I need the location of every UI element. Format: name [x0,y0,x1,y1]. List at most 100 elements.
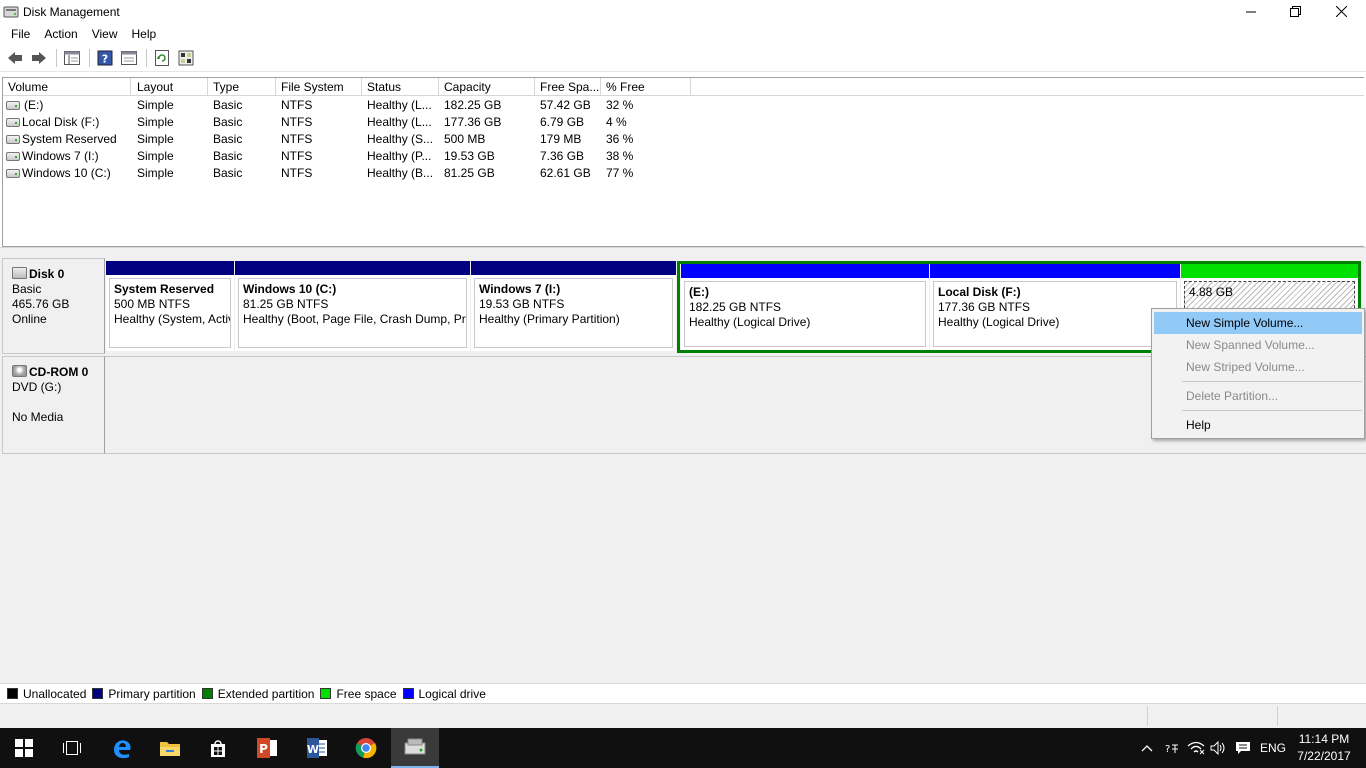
volume-layout: Simple [137,132,174,146]
disk-0-type: Basic [12,282,42,296]
volume-free-space: 6.79 GB [540,115,585,129]
menu-view[interactable]: View [85,27,125,41]
forward-arrow-icon[interactable] [28,47,50,69]
menu-separator [1182,410,1362,411]
refresh-icon[interactable] [151,47,173,69]
volume-capacity: 182.25 GB [444,98,502,112]
menu-new-striped-volume[interactable]: New Striped Volume... [1154,356,1362,378]
keyboard-language-icon: ? [1165,744,1178,755]
menu-new-simple-volume[interactable]: New Simple Volume... [1154,312,1362,334]
cdrom-0-media: No Media [12,410,64,424]
menu-help-item[interactable]: Help [1154,414,1362,436]
primary-partition-bar [235,261,470,275]
input-indicator-button[interactable]: ? [1160,728,1184,768]
column-header-layout[interactable]: Layout [132,78,208,96]
volume-layout: Simple [137,98,174,112]
task-view-icon [63,741,81,755]
clock[interactable]: 11:14 PM 7/22/2017 [1294,731,1354,765]
column-header-file-system[interactable]: File System [276,78,362,96]
partition-local-disk-f[interactable]: Local Disk (F:) 177.36 GB NTFS Healthy (… [930,264,1180,350]
file-explorer-taskbar-button[interactable] [146,728,194,768]
action-center-button[interactable] [1231,728,1255,768]
partition-system-reserved[interactable]: System Reserved 500 MB NTFS Healthy (Sys… [106,261,234,351]
legend-swatch [92,688,104,699]
language-indicator[interactable]: ENG [1256,728,1290,768]
partition-body: (E:) 182.25 GB NTFS Healthy (Logical Dri… [684,281,926,347]
legend-primary: Primary partition [92,687,196,701]
volume-free-space: 57.42 GB [540,98,591,112]
free-space-bar [1181,264,1358,278]
menu-help[interactable]: Help [125,27,164,41]
task-view-button[interactable] [48,728,96,768]
wifi-icon [1187,741,1205,755]
column-header-status[interactable]: Status [362,78,439,96]
partition-status: Healthy (Boot, Page File, Crash Dump, Pr… [243,312,467,326]
column-header-volume[interactable]: Volume [3,78,131,96]
menu-bar: File Action View Help [0,23,1366,45]
partition-body: System Reserved 500 MB NTFS Healthy (Sys… [109,278,231,348]
network-button[interactable] [1184,728,1208,768]
volume-row[interactable]: Local Disk (F:) Simple Basic NTFS Health… [3,114,1364,131]
volume-layout: Simple [137,115,174,129]
volume-row[interactable]: Windows 7 (I:) Simple Basic NTFS Healthy… [3,148,1364,165]
volume-row[interactable]: Windows 10 (C:) Simple Basic NTFS Health… [3,165,1364,182]
menu-new-spanned-volume[interactable]: New Spanned Volume... [1154,334,1362,356]
volume-status: Healthy (P... [367,149,432,163]
word-taskbar-button[interactable]: W [293,728,341,768]
volume-layout: Simple [137,166,174,180]
start-button[interactable] [0,728,48,768]
column-header-free-space[interactable]: Free Spa... [535,78,601,96]
volume-percent-free: 36 % [606,132,634,146]
chrome-taskbar-button[interactable] [342,728,390,768]
volume-status: Healthy (S... [367,132,434,146]
partition-status: Healthy (System, Active, Primary Partiti… [114,312,230,326]
status-cell [1147,706,1277,726]
back-arrow-icon[interactable] [4,47,26,69]
word-icon: W [307,738,327,758]
volume-status: Healthy (L... [367,115,432,129]
volume-name: Windows 7 (I:) [22,149,99,163]
disk-0-label[interactable]: Disk 0 Basic 465.76 GB Online [2,258,105,354]
volume-percent-free: 4 % [606,115,627,129]
partition-status: Healthy (Logical Drive) [689,315,811,329]
volume-row[interactable]: System Reserved Simple Basic NTFS Health… [3,131,1364,148]
volume-row[interactable]: (E:) Simple Basic NTFS Healthy (L... 182… [3,97,1364,114]
cdrom-0-label[interactable]: CD-ROM 0 DVD (G:) No Media [2,356,105,454]
partition-windows-7[interactable]: Windows 7 (I:) 19.53 GB NTFS Healthy (Pr… [471,261,676,351]
drive-icon [6,152,20,161]
partition-windows-10[interactable]: Windows 10 (C:) 81.25 GB NTFS Healthy (B… [235,261,470,351]
properties-icon[interactable] [118,47,140,69]
volume-file-system: NTFS [281,166,313,180]
logical-drive-bar [681,264,929,278]
menu-delete-partition[interactable]: Delete Partition... [1154,385,1362,407]
volume-type: Basic [213,98,243,112]
chevron-up-icon [1141,745,1153,752]
column-header-type[interactable]: Type [208,78,276,96]
partition-body: Local Disk (F:) 177.36 GB NTFS Healthy (… [933,281,1177,347]
restore-button[interactable] [1272,0,1318,23]
disk-settings-icon[interactable] [175,47,197,69]
help-icon[interactable]: ? [94,47,116,69]
menu-file[interactable]: File [4,27,37,41]
partition-e[interactable]: (E:) 182.25 GB NTFS Healthy (Logical Dri… [681,264,929,350]
powerpoint-taskbar-button[interactable]: P [243,728,291,768]
close-button[interactable] [1318,0,1364,23]
minimize-button[interactable] [1228,0,1274,23]
show-hide-console-tree-icon[interactable] [61,47,83,69]
column-header-capacity[interactable]: Capacity [439,78,535,96]
volume-percent-free: 32 % [606,98,634,112]
volume-name: Local Disk (F:) [22,115,100,129]
context-menu: New Simple Volume... New Spanned Volume.… [1151,308,1365,439]
volume-button[interactable] [1207,728,1231,768]
drive-icon [6,118,20,127]
partition-name: Local Disk (F:) [938,285,1021,299]
column-header-percent-free[interactable]: % Free [601,78,691,96]
show-hidden-icons-button[interactable] [1136,728,1158,768]
window-title: Disk Management [23,4,120,19]
store-taskbar-button[interactable] [194,728,242,768]
menu-action[interactable]: Action [37,27,84,41]
legend-swatch [320,688,332,699]
legend: Unallocated Primary partition Extended p… [0,683,1366,703]
disk-management-taskbar-button[interactable] [391,728,439,768]
edge-taskbar-button[interactable] [98,728,146,768]
